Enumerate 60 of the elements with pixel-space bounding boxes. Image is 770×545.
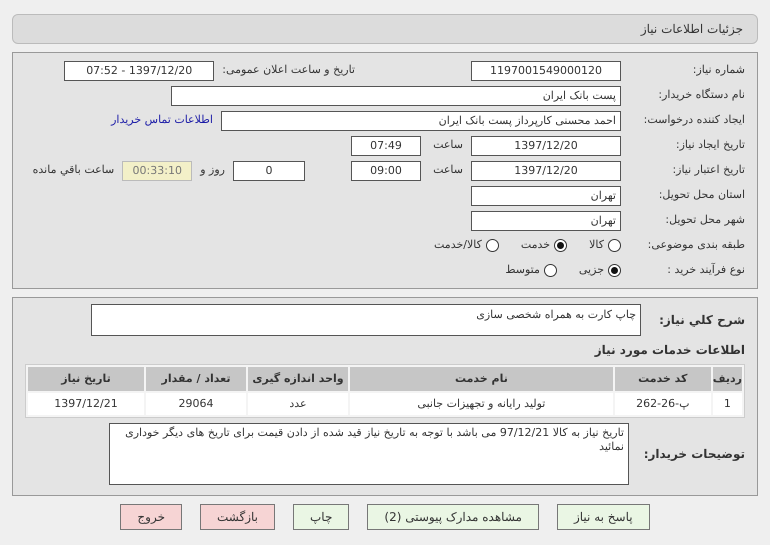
text-field[interactable]: 09:00 (351, 160, 421, 180)
text-field[interactable]: 1197001549000120 (471, 60, 621, 80)
summary-field[interactable]: چاپ کارت به همراه شخصی سازی (91, 304, 641, 336)
table-cell: پ-26-262 (614, 393, 711, 415)
notes-field[interactable]: تاریخ نیاز به کالا 97/12/21 می باشد با توجه به تاریخ نیاز قید شده از دادن قیمت برای تاریخ های دیگر خوداری نمائید (109, 423, 629, 485)
text-field[interactable]: 07:49 (351, 136, 421, 156)
text-field[interactable]: احمد محسنی کارپرداز پست بانک ایران (221, 110, 621, 130)
text-field[interactable]: تهران (471, 186, 621, 206)
text-field[interactable]: 1397/12/20 - 07:52 (64, 60, 214, 80)
field-label: نام دستگاه خریدار: (657, 87, 745, 104)
field-label: نوع فرآیند خرید : (666, 262, 745, 278)
table-cell: تولید رایانه و تجهیزات جانبی (350, 393, 613, 415)
radio-label: خدمت (520, 237, 550, 254)
text-field[interactable]: 00:33:10 (122, 160, 192, 180)
field-label: تاریخ اعتبار نیاز: (671, 162, 745, 178)
action-button[interactable]: پاسخ به نیاز (556, 504, 650, 530)
page-title: جزئیات اطلاعات نیاز (640, 21, 743, 38)
column-header: واحد اندازه گیری (248, 367, 348, 391)
field-label: استان محل تحویل: (658, 187, 745, 204)
radio-button[interactable] (544, 264, 557, 277)
text-field[interactable]: پست بانک ایران (171, 86, 621, 106)
buyer-contact-link[interactable]: اطلاعات تماس خریدار (111, 112, 213, 129)
radio-button[interactable] (608, 264, 621, 277)
radio-label: کالا/خدمت (434, 237, 482, 254)
radio-button[interactable] (608, 239, 621, 252)
field-label: ساعت (432, 137, 463, 154)
field-label: تاریخ و ساعت اعلان عمومی: (222, 62, 355, 78)
field-label: ساعت باقي مانده (32, 162, 114, 178)
table-cell: عدد (248, 393, 348, 415)
field-label: ساعت (432, 162, 463, 178)
column-header: تعداد / مقدار (146, 367, 246, 391)
section-title: اطلاعات خدمات مورد نیاز (594, 342, 745, 359)
field-label: شرح کلي نیاز: (658, 312, 745, 328)
text-field[interactable]: تهران (471, 210, 621, 230)
radio-button[interactable] (486, 239, 499, 252)
action-button[interactable]: چاپ (293, 504, 350, 530)
table-cell: 1 (712, 393, 742, 415)
field-label: روز و (200, 162, 225, 178)
text-field[interactable]: 0 (233, 160, 305, 180)
table-cell: 1397/12/21 (28, 393, 144, 415)
field-label: شهر محل تحویل: (664, 212, 745, 228)
radio-label: کالا (589, 237, 604, 254)
action-button[interactable]: خروج (120, 504, 182, 530)
action-button[interactable]: بازگشت (200, 504, 275, 530)
radio-button[interactable] (554, 239, 568, 252)
table-cell: 29064 (146, 393, 246, 415)
column-header: ردیف (712, 367, 742, 391)
text-field[interactable]: 1397/12/20 (471, 160, 621, 180)
field-label: توضیحات خریدار: (642, 446, 745, 462)
action-button[interactable]: مشاهده مدارک پیوستی (2) (367, 504, 539, 530)
field-label: شماره نیاز: (692, 62, 745, 78)
column-header: تاریخ نیاز (28, 367, 144, 391)
text-field[interactable]: 1397/12/20 (471, 136, 621, 156)
radio-label: جزیی (578, 262, 604, 278)
field-label: ایجاد کننده درخواست: (642, 112, 745, 128)
column-header: نام خدمت (350, 367, 613, 391)
field-label: تاریخ ایجاد نیاز: (674, 137, 745, 154)
field-label: طبقه بندی موضوعی: (646, 237, 745, 254)
radio-label: متوسط (505, 262, 540, 278)
column-header: کد خدمت (614, 367, 711, 391)
